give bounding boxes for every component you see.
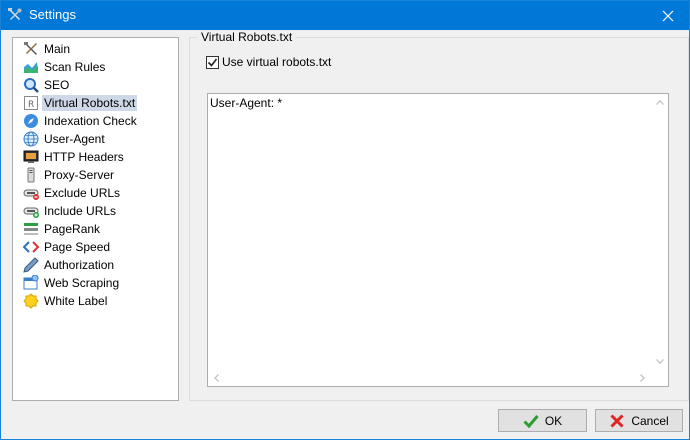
nav-item-authorization[interactable]: Authorization <box>23 256 116 273</box>
nav-item-label: SEO <box>44 77 70 92</box>
robots-icon: R <box>24 95 38 110</box>
nav-item-user-agent[interactable]: User-Agent <box>23 130 107 147</box>
nav-item-white-label[interactable]: White Label <box>23 292 109 309</box>
svg-text:R: R <box>28 100 34 110</box>
nav-item-scan-rules[interactable]: Scan Rules <box>23 58 107 75</box>
robots-editor[interactable]: User-Agent: * <box>207 93 669 387</box>
use-virtual-robots-checkbox[interactable]: Use virtual robots.txt <box>206 55 331 69</box>
pen-icon <box>23 256 39 273</box>
link-remove-icon <box>23 189 39 200</box>
editor-text[interactable]: User-Agent: * <box>210 96 282 110</box>
nav-item-virtual-robots[interactable]: R Virtual Robots.txt <box>23 94 138 111</box>
nav-item-seo[interactable]: SEO <box>23 76 71 93</box>
nav-item-label: Authorization <box>44 257 115 272</box>
nav-item-http-headers[interactable]: HTTP Headers <box>23 148 126 165</box>
scroll-right-button[interactable] <box>634 369 651 386</box>
chevron-down-icon <box>655 359 664 364</box>
link-add-icon <box>23 207 39 218</box>
code-icon <box>23 240 39 253</box>
window-title: Settings <box>29 7 76 22</box>
monitor-icon <box>23 150 39 163</box>
chart-icon <box>24 61 38 73</box>
horizontal-scrollbar[interactable] <box>208 369 668 386</box>
nav-item-pagerank[interactable]: PageRank <box>23 220 102 237</box>
nav-item-indexation-check[interactable]: Indexation Check <box>23 112 139 129</box>
compass-icon <box>24 113 38 128</box>
tools-icon <box>24 41 37 55</box>
ok-button[interactable]: OK <box>498 409 587 432</box>
tools-icon <box>8 8 22 20</box>
settings-nav: Main Scan Rules SEO R Virtual Robots.txt… <box>12 37 179 401</box>
settings-window: Settings Main Scan Rules SEO R Virtual R… <box>0 0 690 440</box>
nav-item-label: Web Scraping <box>44 275 120 290</box>
chevron-left-icon <box>214 373 219 382</box>
cancel-button[interactable]: Cancel <box>595 409 683 432</box>
nav-item-label: Page Speed <box>44 239 111 254</box>
nav-item-label: Scan Rules <box>44 59 106 74</box>
chevron-right-icon <box>640 373 645 382</box>
list-icon <box>24 222 38 235</box>
nav-item-label: White Label <box>44 293 108 308</box>
close-button[interactable] <box>647 1 689 30</box>
close-icon <box>662 10 674 21</box>
nav-item-exclude-urls[interactable]: Exclude URLs <box>23 184 122 201</box>
nav-item-page-speed[interactable]: Page Speed <box>23 238 112 255</box>
ok-label: OK <box>544 413 563 428</box>
nav-item-label: Exclude URLs <box>44 185 121 200</box>
chevron-up-icon <box>655 100 664 105</box>
proxy-icon <box>27 167 35 182</box>
nav-item-label: Virtual Robots.txt <box>42 94 138 111</box>
nav-item-label: Indexation Check <box>44 113 137 128</box>
scroll-left-button[interactable] <box>208 369 225 386</box>
nav-item-web-scraping[interactable]: Web Scraping <box>23 274 121 291</box>
title-bar: Settings <box>1 1 689 30</box>
nav-item-include-urls[interactable]: Include URLs <box>23 202 118 219</box>
cancel-x-icon <box>610 413 624 428</box>
nav-item-label: Main <box>44 41 71 56</box>
scroll-up-button[interactable] <box>651 94 668 111</box>
checkbox-box[interactable] <box>206 55 219 69</box>
nav-item-label: HTTP Headers <box>44 149 124 164</box>
checkmark-icon <box>523 414 539 428</box>
nav-item-label: User-Agent <box>44 131 105 146</box>
nav-item-proxy-server[interactable]: Proxy-Server <box>23 166 116 183</box>
scroll-down-button[interactable] <box>651 353 668 370</box>
checkbox-label: Use virtual robots.txt <box>222 55 332 69</box>
checkmark-icon <box>207 58 218 67</box>
nav-item-label: Proxy-Server <box>44 167 115 182</box>
nav-item-label: Include URLs <box>44 203 117 218</box>
nav-item-label: PageRank <box>44 221 101 236</box>
magnifier-icon <box>24 77 39 93</box>
scraping-icon <box>23 274 39 289</box>
cancel-label: Cancel <box>631 413 669 428</box>
globe-icon <box>23 131 39 146</box>
group-title: Virtual Robots.txt <box>197 30 297 44</box>
vertical-scrollbar[interactable] <box>651 94 668 370</box>
nav-item-main[interactable]: Main <box>23 40 72 57</box>
badge-icon <box>23 292 39 309</box>
